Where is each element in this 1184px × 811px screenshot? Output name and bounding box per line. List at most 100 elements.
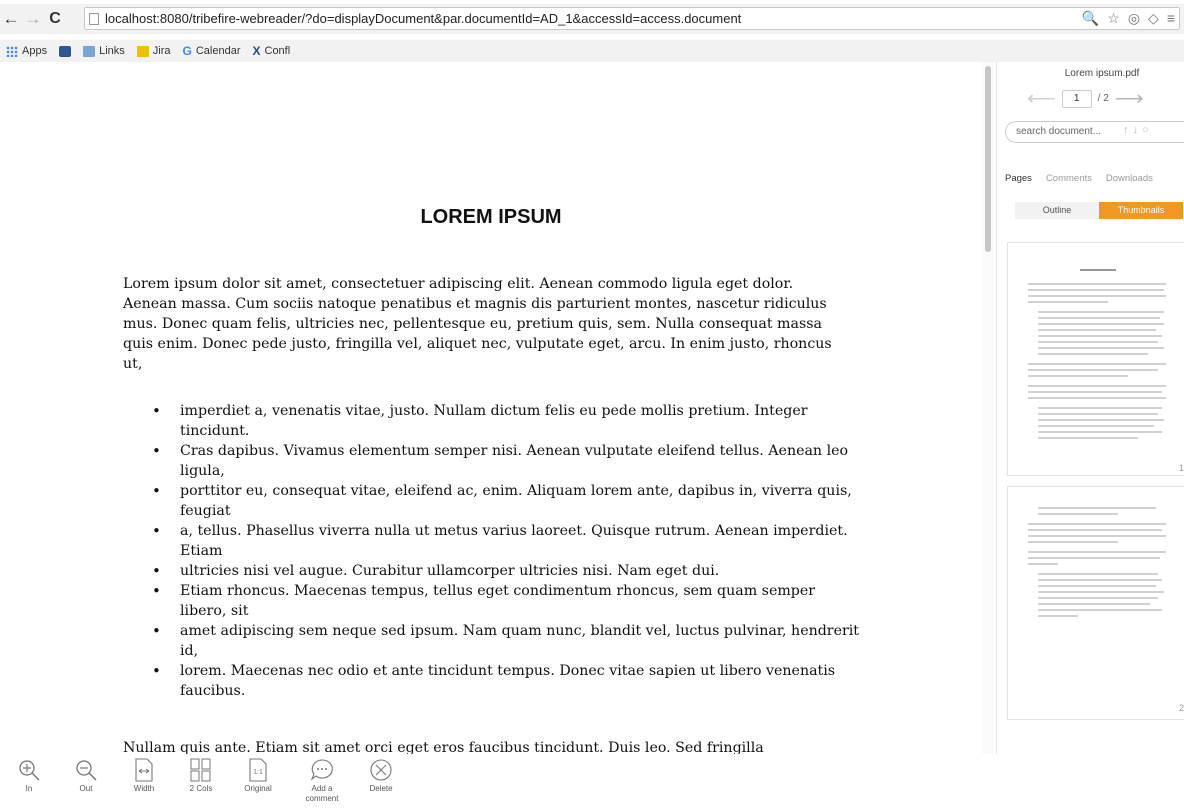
extension-icon[interactable]: ◎ bbox=[1128, 10, 1140, 27]
thumbnails-toggle[interactable]: Thumbnails bbox=[1099, 202, 1183, 219]
list-item: a, tellus. Phasellus viverra nulla ut me… bbox=[150, 521, 860, 561]
thumb-line bbox=[1028, 551, 1166, 553]
folder-icon bbox=[83, 45, 96, 57]
list-item: imperdiet a, venenatis vitae, justo. Nul… bbox=[150, 401, 860, 441]
zoom-in-button[interactable]: In bbox=[4, 756, 54, 794]
thumb-line bbox=[1038, 615, 1078, 617]
thumb-line bbox=[1038, 425, 1154, 427]
bookmark-links[interactable]: Links bbox=[83, 45, 125, 57]
thumb-line bbox=[1028, 535, 1166, 537]
document-view[interactable]: LOREM IPSUM Lorem ipsum dolor sit amet, … bbox=[0, 62, 982, 754]
thumb-line bbox=[1028, 375, 1128, 377]
view-toggle: Outline Thumbnails bbox=[1015, 202, 1183, 219]
bookmark-pocket[interactable] bbox=[59, 45, 72, 57]
list-item: Etiam rhoncus. Maecenas tempus, tellus e… bbox=[150, 581, 860, 621]
zoom-out-icon bbox=[61, 756, 111, 784]
tool-label: Original bbox=[244, 784, 272, 793]
search-nav: ↑↓○ bbox=[1123, 124, 1153, 136]
tool-label: Add a comment bbox=[305, 784, 339, 803]
thumb-line bbox=[1038, 341, 1158, 343]
zoom-icon[interactable]: 🔍 bbox=[1082, 10, 1099, 27]
thumb-line bbox=[1038, 413, 1158, 415]
address-bar: ← → C localhost:8080/tribefire-webreader… bbox=[0, 4, 1184, 34]
two-columns-button[interactable]: 2 Cols bbox=[176, 756, 226, 794]
thumb-line bbox=[1038, 507, 1156, 509]
tab-comments[interactable]: Comments bbox=[1046, 173, 1092, 184]
thumb-line bbox=[1028, 563, 1058, 565]
thumb-line bbox=[1038, 353, 1148, 355]
jira-icon bbox=[136, 45, 149, 57]
page-navigator: ⟵ 1 / 2 ⟶ bbox=[1027, 86, 1143, 111]
menu-icon[interactable]: ≡ bbox=[1167, 10, 1175, 27]
zoom-in-icon bbox=[4, 756, 54, 784]
delete-button[interactable]: Delete bbox=[356, 756, 406, 794]
bookmark-apps[interactable]: Apps bbox=[6, 45, 47, 57]
thumb-line bbox=[1028, 557, 1160, 559]
search-next-icon[interactable]: ↓ bbox=[1133, 124, 1143, 136]
search-input[interactable]: search document... bbox=[1005, 121, 1184, 143]
page-number-input[interactable]: 1 bbox=[1061, 89, 1092, 108]
original-size-button[interactable]: 1:1 Original bbox=[233, 756, 283, 794]
pocket-icon bbox=[59, 45, 72, 57]
thumb-line bbox=[1028, 283, 1166, 285]
thumb-line bbox=[1038, 407, 1162, 409]
forward-icon[interactable]: → bbox=[22, 9, 44, 29]
apps-icon bbox=[6, 45, 18, 57]
tool-label: Out bbox=[79, 784, 93, 793]
thumb-line bbox=[1038, 419, 1164, 421]
reload-icon[interactable]: C bbox=[44, 10, 66, 28]
tab-pages[interactable]: Pages bbox=[1005, 173, 1032, 184]
add-comment-button[interactable]: Add a comment bbox=[297, 756, 347, 804]
page-thumbnail-1[interactable]: 1 bbox=[1007, 242, 1184, 476]
confluence-icon: X bbox=[252, 44, 261, 58]
file-name: Lorem ipsum.pdf bbox=[1064, 68, 1140, 79]
scrollbar-thumb[interactable] bbox=[985, 66, 991, 252]
url-text[interactable]: localhost:8080/tribefire-webreader/?do=d… bbox=[105, 11, 741, 26]
bookmark-jira[interactable]: Jira bbox=[136, 45, 171, 57]
outline-toggle[interactable]: Outline bbox=[1015, 202, 1099, 219]
thumb-line bbox=[1038, 329, 1156, 331]
zoom-out-button[interactable]: Out bbox=[61, 756, 111, 794]
thumb-line bbox=[1028, 541, 1118, 543]
fit-width-icon bbox=[119, 756, 169, 784]
bookmark-label: Confl bbox=[264, 45, 291, 57]
thumb-line bbox=[1038, 311, 1164, 313]
page-total: / 2 bbox=[1097, 93, 1109, 104]
original-size-icon: 1:1 bbox=[233, 756, 283, 784]
bookmark-confluence[interactable]: X Confl bbox=[252, 44, 290, 58]
tab-downloads[interactable]: Downloads bbox=[1106, 173, 1153, 184]
document-paragraph: Lorem ipsum dolor sit amet, consectetuer… bbox=[123, 276, 832, 372]
thumb-line bbox=[1028, 363, 1166, 365]
page-thumbnail-2[interactable]: 2 bbox=[1007, 486, 1184, 720]
thumb-line bbox=[1080, 269, 1116, 271]
thumb-line bbox=[1028, 289, 1164, 291]
google-icon: G bbox=[182, 44, 192, 58]
bookmark-star-icon[interactable]: ☆ bbox=[1107, 10, 1120, 27]
thumb-line bbox=[1028, 301, 1108, 303]
prev-page-icon[interactable]: ⟵ bbox=[1027, 86, 1056, 111]
fit-width-button[interactable]: Width bbox=[119, 756, 169, 794]
back-icon[interactable]: ← bbox=[0, 9, 22, 29]
bookmark-calendar[interactable]: G Calendar bbox=[183, 44, 241, 58]
thumb-line bbox=[1028, 369, 1158, 371]
thumb-line bbox=[1028, 391, 1162, 393]
search-prev-icon[interactable]: ↑ bbox=[1123, 124, 1133, 136]
thumb-line bbox=[1038, 591, 1164, 593]
tool-label: 2 Cols bbox=[189, 784, 213, 793]
add-comment-icon bbox=[297, 756, 347, 784]
bookmark-label: Links bbox=[99, 45, 125, 57]
thumb-line bbox=[1038, 347, 1164, 349]
list-item: Cras dapibus. Vivamus elementum semper n… bbox=[150, 441, 860, 481]
shield-icon[interactable]: ◇ bbox=[1148, 10, 1159, 27]
url-field[interactable]: localhost:8080/tribefire-webreader/?do=d… bbox=[84, 7, 1180, 30]
thumb-line bbox=[1038, 437, 1138, 439]
list-item: porttitor eu, consequat vitae, eleifend … bbox=[150, 481, 860, 521]
tool-label: In bbox=[25, 784, 33, 793]
document-title: LOREM IPSUM bbox=[420, 206, 562, 228]
search-icon[interactable]: ○ bbox=[1142, 124, 1153, 136]
webreader-window: ← → C localhost:8080/tribefire-webreader… bbox=[0, 0, 1184, 811]
delete-icon bbox=[356, 756, 406, 784]
thumb-line bbox=[1038, 579, 1162, 581]
list-item: amet adipiscing sem neque sed ipsum. Nam… bbox=[150, 621, 860, 661]
next-page-icon[interactable]: ⟶ bbox=[1115, 86, 1144, 111]
